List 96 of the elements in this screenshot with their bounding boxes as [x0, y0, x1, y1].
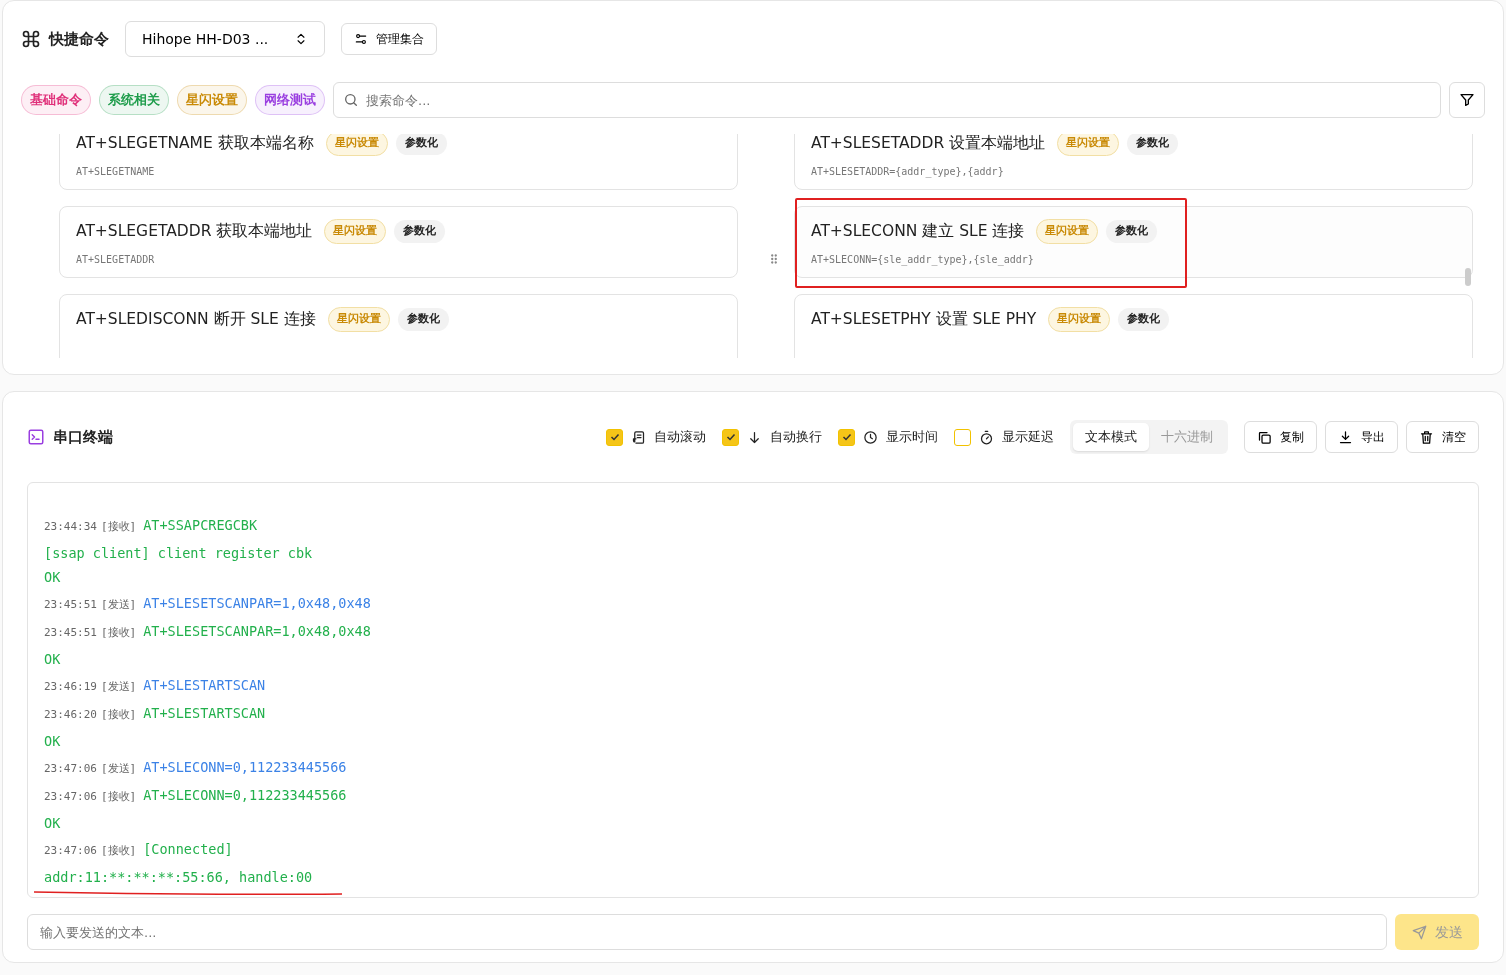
command-title: AT+SLECONN 建立 SLE 连接 — [811, 220, 1025, 242]
parameter-tag: 参数化 — [395, 134, 447, 155]
checkbox[interactable] — [722, 428, 739, 446]
log-direction: [发送] — [101, 679, 137, 695]
log-timestamp: 23:47:06 — [44, 843, 97, 859]
log-timestamp: 23:47:06 — [44, 789, 97, 805]
command-icon — [21, 29, 41, 49]
terminal-icon — [27, 428, 45, 446]
option-label: 自动滚动 — [654, 428, 706, 447]
log-direction: [发送] — [101, 597, 137, 613]
command-card[interactable]: AT+SLECONN 建立 SLE 连接 星闪设置 参数化 AT+SLECONN={sle_addr_type},{sle_addr} — [794, 206, 1473, 278]
log-message: AT+SSAPCREGCBK — [143, 516, 258, 535]
log-message: AT+SLECONN=0,112233445566 — [143, 786, 347, 805]
log-message: [ssap client] client register cbk — [44, 544, 313, 563]
log-message: addr:11:**:**:**:55:66, handle:00 — [44, 865, 313, 889]
category-tag[interactable]: 网络测试 — [255, 85, 325, 115]
command-title: AT+SLEGETADDR 获取本端地址 — [76, 220, 313, 242]
log-timestamp: 23:46:20 — [44, 707, 97, 723]
mode-tab[interactable]: 文本模式 — [1073, 423, 1149, 451]
option-label: 显示时间 — [886, 428, 938, 447]
panel-title: 串口终端 — [53, 426, 113, 448]
scroll-icon — [631, 429, 646, 445]
log-message: OK — [44, 650, 61, 669]
log-direction: [接收] — [101, 625, 137, 641]
parameter-tag: 参数化 — [1127, 134, 1179, 155]
timer-icon — [979, 429, 994, 445]
parameter-tag: 参数化 — [394, 220, 446, 243]
log-direction: [接收] — [101, 789, 137, 805]
log-message: [Connected] — [143, 840, 233, 859]
command-card[interactable]: AT+SLESETPHY 设置 SLE PHY 星闪设置 参数化 — [794, 294, 1473, 358]
checkbox[interactable] — [954, 428, 971, 446]
command-title: AT+SLEDISCONN 断开 SLE 连接 — [76, 308, 316, 330]
download-icon — [1338, 429, 1353, 445]
arrow-down-icon — [747, 429, 762, 445]
sliders-icon — [354, 32, 368, 46]
log-direction: [发送] — [101, 761, 137, 777]
command-code: AT+SLECONN={sle_addr_type},{sle_addr} — [811, 252, 1035, 267]
log-message: AT+SLECONN=0,112233445566 — [143, 758, 347, 777]
log-timestamp: 23:44:34 — [44, 519, 97, 535]
parameter-tag: 参数化 — [397, 308, 449, 331]
checkbox[interactable] — [606, 428, 623, 446]
log-timestamp: 23:47:06 — [44, 761, 97, 777]
check-icon — [608, 431, 621, 443]
copy-icon — [1257, 429, 1272, 445]
clear-button[interactable]: 清空 — [1406, 421, 1479, 453]
log-direction: [接收] — [101, 843, 137, 859]
log-message: OK — [44, 568, 61, 587]
command-card[interactable]: AT+SLEGETNAME 获取本端名称 星闪设置 参数化 AT+SLEGETNAME — [59, 134, 738, 190]
category-tag: 星闪设置 — [1057, 134, 1120, 156]
log-timestamp: 23:45:51 — [44, 597, 97, 613]
trash-icon — [1419, 429, 1434, 445]
manage-button[interactable]: 管理集合 — [341, 23, 437, 55]
search-field[interactable]: 搜索命令... — [333, 82, 1441, 118]
log-message: AT+SLESTARTSCAN — [143, 676, 266, 695]
command-card[interactable]: AT+SLEGETADDR 获取本端地址 星闪设置 参数化 AT+SLEGETADDR — [59, 206, 738, 278]
log-timestamp: 23:45:51 — [44, 625, 97, 641]
parameter-tag: 参数化 — [1106, 220, 1158, 243]
panel-title: 快捷命令 — [49, 28, 109, 50]
command-code: AT+SLEGETADDR — [76, 252, 156, 267]
command-title: AT+SLEGETNAME 获取本端名称 — [76, 134, 314, 154]
command-card[interactable]: AT+SLESETADDR 设置本端地址 星闪设置 参数化 AT+SLESETADDR={addr_type},{addr} — [794, 134, 1473, 190]
category-tag: 星闪设置 — [325, 134, 388, 156]
log-message: OK — [44, 814, 61, 833]
filter-icon — [1459, 92, 1475, 108]
message-input[interactable]: 输入要发送的文本... — [27, 914, 1387, 950]
option-label: 自动换行 — [770, 428, 822, 447]
category-tag: 星闪设置 — [324, 219, 387, 244]
clock-icon — [863, 429, 878, 445]
command-title: AT+SLESETPHY 设置 SLE PHY — [811, 308, 1037, 330]
log-message: AT+SLESETSCANPAR=1,0x48,0x48 — [143, 594, 371, 613]
checkbox[interactable] — [838, 428, 855, 446]
log-timestamp: 23:46:19 — [44, 679, 97, 695]
log-message: AT+SLESETSCANPAR=1,0x48,0x48 — [143, 622, 371, 641]
send-icon — [1411, 924, 1427, 940]
category-tag: 星闪设置 — [1048, 307, 1111, 332]
export-button[interactable]: 导出 — [1325, 421, 1398, 453]
collection-select[interactable]: Hihope HH-D03 ... — [125, 21, 325, 57]
command-card[interactable]: AT+SLEDISCONN 断开 SLE 连接 星闪设置 参数化 — [59, 294, 738, 358]
copy-button[interactable]: 复制 — [1244, 421, 1317, 453]
log-direction: [接收] — [101, 707, 137, 723]
check-icon — [724, 431, 737, 443]
log-direction: [接收] — [101, 519, 137, 535]
category-tag[interactable]: 基础命令 — [21, 85, 91, 115]
option-label: 显示延迟 — [1002, 428, 1054, 447]
category-tag: 星闪设置 — [327, 307, 390, 332]
search-icon — [343, 92, 359, 108]
command-code: AT+SLESETADDR={addr_type},{addr} — [811, 164, 1005, 179]
log-message: OK — [44, 732, 61, 751]
log-message: AT+SLESTARTSCAN — [143, 704, 266, 723]
filter-button[interactable] — [1449, 82, 1485, 118]
scrollbar-thumb[interactable] — [1465, 268, 1471, 286]
command-title: AT+SLESETADDR 设置本端地址 — [811, 134, 1046, 154]
category-tag: 星闪设置 — [1036, 219, 1099, 244]
command-code: AT+SLEGETNAME — [76, 164, 156, 179]
check-icon — [840, 431, 853, 443]
parameter-tag: 参数化 — [1118, 308, 1170, 331]
